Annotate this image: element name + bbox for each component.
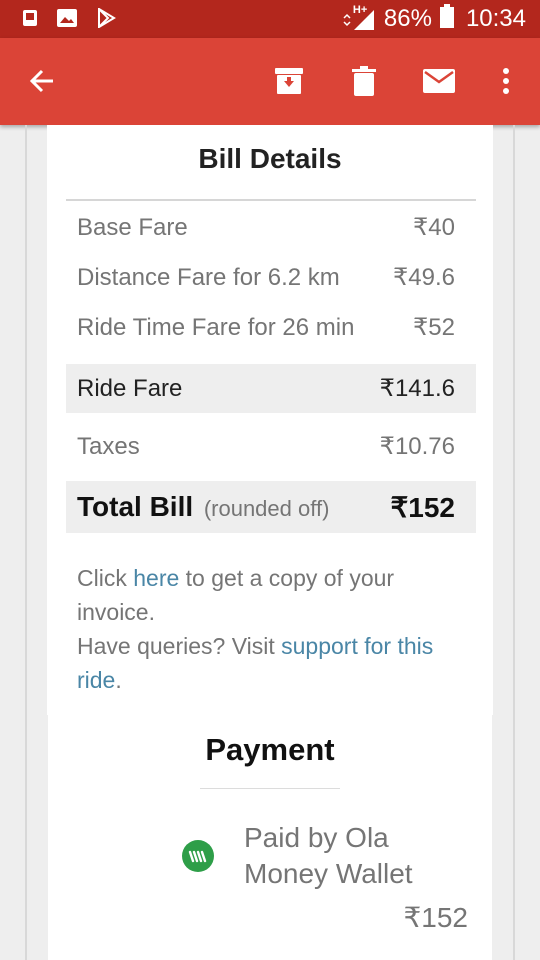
fare-row-ride-time: Ride Time Fare for 26 min ₹52 <box>66 303 476 352</box>
ola-money-icon <box>182 840 214 872</box>
total-bill-value: ₹152 <box>390 491 455 523</box>
network-type-label: H+ <box>352 4 368 16</box>
image-icon <box>56 8 78 33</box>
fare-value: ₹52 <box>413 314 455 341</box>
mark-unread-button[interactable] <box>412 54 466 108</box>
fare-label: Base Fare <box>77 213 188 241</box>
battery-percent: 86% <box>383 5 432 32</box>
clock: 10:34 <box>465 5 526 32</box>
fare-value: ₹40 <box>413 214 455 241</box>
more-options-button[interactable] <box>479 54 533 108</box>
fare-value: ₹49.6 <box>393 264 455 291</box>
delete-button[interactable] <box>337 54 391 108</box>
fare-label: Distance Fare for 6.2 km <box>77 263 340 291</box>
payment-divider <box>200 788 340 789</box>
archive-button[interactable] <box>262 54 316 108</box>
support-note-text: . <box>115 667 122 693</box>
taxes-label: Taxes <box>77 432 140 460</box>
fare-row-distance: Distance Fare for 6.2 km ₹49.6 <box>66 253 476 302</box>
ride-fare-label: Ride Fare <box>77 374 183 402</box>
total-bill-sublabel: (rounded off) <box>203 496 330 521</box>
trash-icon <box>352 66 376 96</box>
fare-row-base: Base Fare ₹40 <box>66 203 476 252</box>
payment-amount: ₹152 <box>403 902 468 933</box>
bill-details-card: Bill Details Base Fare ₹40 Distance Fare… <box>47 125 493 715</box>
payment-title: Payment <box>205 732 335 767</box>
taxes-row: Taxes ₹10.76 <box>66 422 476 471</box>
ride-fare-row: Ride Fare ₹141.6 <box>66 364 476 413</box>
ride-fare-value: ₹141.6 <box>379 375 455 402</box>
play-store-icon <box>96 7 116 33</box>
invoice-note: Click here to get a copy of your invoice… <box>77 561 467 697</box>
back-button[interactable] <box>15 54 69 108</box>
status-bar: H+ 86% 10:34 <box>0 0 540 38</box>
payment-method: Paid by Ola Money Wallet <box>244 822 413 889</box>
total-bill-label: Total Bill <box>77 491 194 522</box>
app-bar <box>0 38 540 125</box>
bill-details-title: Bill Details <box>198 143 342 174</box>
invoice-note-text: Click <box>77 565 134 591</box>
archive-icon <box>275 68 303 94</box>
back-arrow-icon <box>29 69 53 93</box>
content-border-right <box>513 125 515 960</box>
more-vert-icon <box>503 68 509 94</box>
title-divider <box>66 199 476 201</box>
content-border-left <box>25 125 27 960</box>
fare-label: Ride Time Fare for 26 min <box>77 313 355 341</box>
taxes-value: ₹10.76 <box>379 433 455 460</box>
mail-icon <box>423 69 455 93</box>
support-note-text: Have queries? Visit <box>77 633 282 659</box>
invoice-link[interactable]: here <box>133 565 179 591</box>
total-bill-row: Total Bill (rounded off) ₹152 <box>66 481 476 533</box>
battery-icon <box>439 3 454 35</box>
phone-icon <box>22 9 38 32</box>
network-signal-icon: H+ <box>342 4 376 32</box>
payment-card: Payment Paid by Ola Money Wallet ₹152 <box>48 715 492 960</box>
